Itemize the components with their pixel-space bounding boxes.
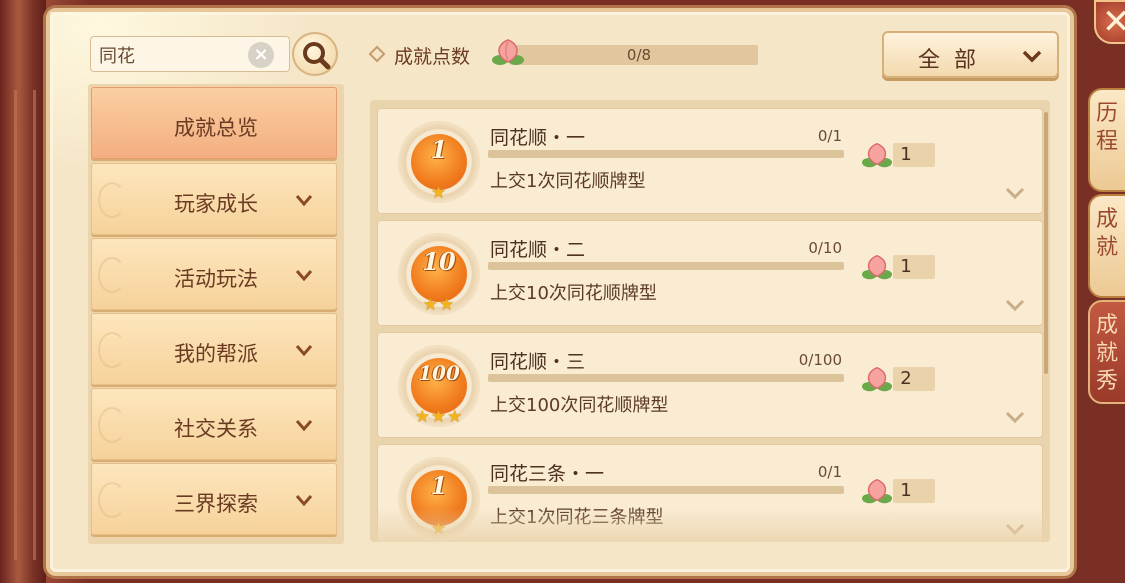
close-button[interactable]: ✕ — [1094, 0, 1125, 44]
peach-icon — [492, 39, 524, 65]
sidebar-item-activities[interactable]: 活动玩法 — [91, 238, 337, 310]
achievement-progress-bar — [488, 486, 844, 494]
achievement-card[interactable]: 100 ★★★ 同花顺・三 0/100 上交100次同花顺牌型 2 — [377, 332, 1043, 438]
tab-label: 成就 — [1096, 207, 1119, 260]
reward-count: 1 — [900, 256, 912, 277]
achievement-title: 同花顺・二 — [490, 239, 586, 261]
peach-icon — [862, 143, 892, 168]
search-icon — [303, 42, 331, 70]
clear-search-icon[interactable]: × — [248, 42, 274, 68]
chevron-down-icon — [295, 420, 313, 432]
reward-count: 2 — [900, 368, 912, 389]
achievement-progress: 0/100 — [798, 351, 842, 369]
achievement-progress-bar — [488, 150, 844, 158]
star-rating-icon: ★ — [430, 183, 448, 203]
chevron-down-icon — [295, 495, 313, 507]
chevron-down-icon[interactable] — [1004, 407, 1026, 427]
achievement-progress-bar — [488, 374, 844, 382]
sidebar-item-guild[interactable]: 我的帮派 — [91, 313, 337, 385]
achievement-title: 同花三条・一 — [490, 463, 605, 485]
search-button[interactable] — [292, 32, 338, 76]
chevron-down-icon — [295, 270, 313, 282]
chevron-down-icon — [1022, 50, 1042, 63]
achievement-card[interactable]: 1 ★ 同花顺・一 0/1 上交1次同花顺牌型 1 — [377, 108, 1043, 214]
sidebar-item-player-growth[interactable]: 玩家成长 — [91, 163, 337, 235]
achievement-title: 同花顺・一 — [490, 127, 586, 149]
tab-achievement-show[interactable]: 成就秀 — [1088, 300, 1125, 404]
chevron-down-icon — [295, 345, 313, 357]
points-label: 成就点数 — [394, 46, 471, 68]
search-input[interactable] — [99, 43, 249, 67]
achievement-progress-bar — [488, 262, 844, 270]
achievement-description: 上交100次同花顺牌型 — [490, 395, 669, 416]
category-sidebar: 成就总览 玩家成长 活动玩法 我的帮派 社交关系 三界探索 — [88, 84, 344, 544]
achievement-progress: 0/1 — [817, 463, 842, 481]
peach-icon — [862, 255, 892, 280]
sidebar-item-label: 成就总览 — [174, 116, 258, 140]
achievement-description: 上交1次同花顺牌型 — [490, 171, 646, 192]
tab-label: 历程 — [1096, 101, 1119, 154]
tab-label: 成就秀 — [1096, 313, 1119, 394]
chevron-down-icon[interactable] — [1004, 183, 1026, 203]
points-progress-text: 0/8 — [626, 46, 652, 64]
achievement-card[interactable]: 10 ★★ 同花顺・二 0/10 上交10次同花顺牌型 1 — [377, 220, 1043, 326]
list-scrollbar[interactable] — [1044, 112, 1048, 374]
close-icon: ✕ — [1102, 2, 1125, 42]
filter-label: 全部 — [917, 48, 990, 73]
left-decor-bar — [0, 0, 46, 583]
peach-icon — [862, 367, 892, 392]
medal-number: 10 — [422, 247, 456, 276]
sidebar-item-exploration[interactable]: 三界探索 — [91, 463, 337, 535]
reward-count: 1 — [900, 480, 912, 501]
peach-icon — [862, 479, 892, 504]
sidebar-item-overview[interactable]: 成就总览 — [91, 87, 337, 159]
star-rating-icon: ★★ — [422, 295, 456, 315]
achievement-description: 上交10次同花顺牌型 — [490, 283, 657, 304]
medal-number: 1 — [430, 135, 448, 164]
filter-dropdown[interactable]: 全部 — [882, 31, 1059, 78]
achievement-title: 同花顺・三 — [490, 351, 586, 373]
achievement-progress: 0/1 — [817, 127, 842, 145]
chevron-down-icon[interactable] — [1004, 295, 1026, 315]
tab-history[interactable]: 历程 — [1088, 88, 1125, 192]
achievement-list[interactable]: 1 ★ 同花顺・一 0/1 上交1次同花顺牌型 1 10 ★★ 同花顺・二 0/… — [370, 100, 1050, 542]
list-fade — [370, 508, 1050, 542]
reward-count: 1 — [900, 144, 912, 165]
tab-achievements[interactable]: 成就 — [1088, 194, 1125, 298]
star-rating-icon: ★★★ — [414, 407, 464, 427]
achievement-progress: 0/10 — [808, 239, 842, 257]
medal-number: 1 — [430, 471, 448, 500]
chevron-down-icon — [295, 195, 313, 207]
medal-number: 100 — [418, 361, 460, 385]
sidebar-item-social[interactable]: 社交关系 — [91, 388, 337, 460]
